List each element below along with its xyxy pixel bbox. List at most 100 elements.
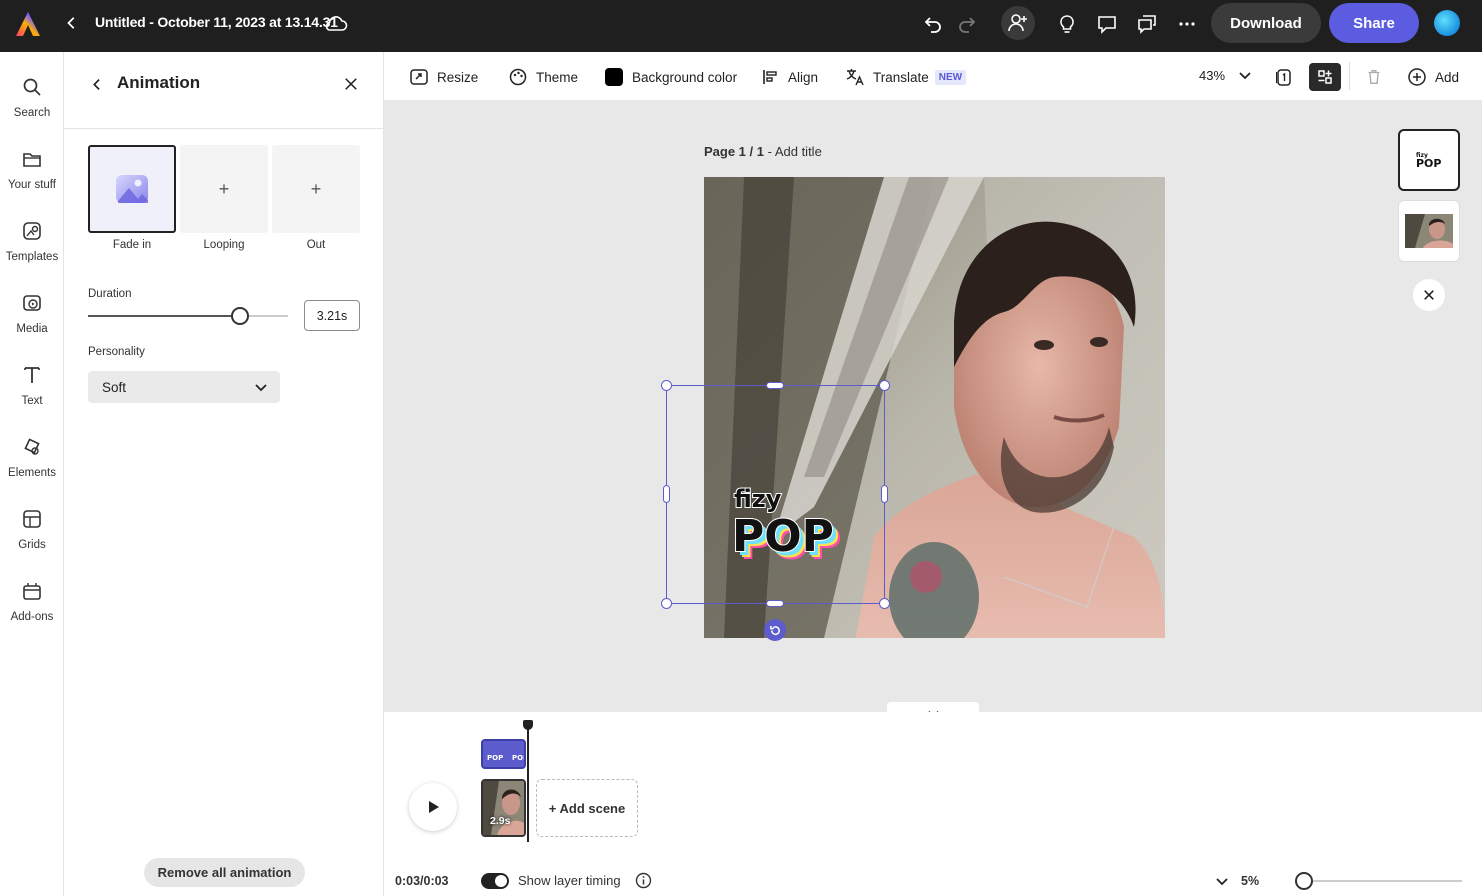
redo-icon[interactable]: [951, 8, 983, 40]
text-icon: [24, 367, 40, 383]
translate-button[interactable]: Translate NEW: [845, 66, 967, 88]
play-button[interactable]: [409, 783, 457, 831]
page-thumbnail-1[interactable]: fizy POP: [1398, 129, 1460, 191]
resize-button[interactable]: Resize: [409, 66, 478, 88]
playhead-handle[interactable]: [523, 720, 533, 730]
sticker-clip-thumbnail: POP POP: [487, 754, 528, 762]
personality-value: Soft: [102, 379, 127, 395]
add-title-text: - Add title: [763, 144, 822, 159]
panel-title: Animation: [117, 73, 201, 92]
search-icon: [23, 78, 41, 96]
document-title[interactable]: Untitled - October 11, 2023 at 13.14.31: [95, 14, 338, 30]
present-icon[interactable]: [1131, 8, 1163, 40]
show-layer-timing-toggle[interactable]: [481, 873, 509, 889]
resize-handle-top-right[interactable]: [879, 380, 890, 391]
duration-input[interactable]: [304, 300, 360, 331]
back-icon[interactable]: [62, 12, 82, 34]
add-button[interactable]: Add: [1407, 66, 1459, 88]
media-icon: [23, 295, 41, 311]
avatar[interactable]: [1434, 10, 1460, 36]
rail-item-label: Add-ons: [10, 611, 54, 623]
clip-duration: 2.9s: [490, 815, 511, 827]
play-icon: [429, 801, 439, 813]
resize-handle-bottom-left[interactable]: [661, 598, 672, 609]
thumbnail-text-main: POP: [1416, 157, 1441, 170]
resize-handle-right[interactable]: [881, 485, 888, 503]
animation-tile-out[interactable]: +: [272, 145, 360, 233]
invite-user-icon[interactable]: [1001, 6, 1035, 40]
resize-handle-bottom-right[interactable]: [879, 598, 890, 609]
trash-icon[interactable]: [1358, 63, 1390, 91]
download-button[interactable]: Download: [1211, 3, 1321, 43]
duration-slider-fill: [88, 315, 240, 317]
rail-item-elements[interactable]: Elements: [0, 432, 64, 494]
undo-icon[interactable]: [917, 8, 949, 40]
background-color-label: Background color: [632, 69, 738, 85]
comment-icon[interactable]: [1091, 8, 1123, 40]
clip-text-left: POP: [487, 754, 503, 762]
canvas-area: Page 1 / 1 - Add title fizy POP POP POP …: [384, 100, 1482, 724]
resize-handle-bottom[interactable]: [766, 600, 784, 607]
remove-all-animation-button[interactable]: Remove all animation: [144, 858, 305, 887]
animation-tile-label: Fade in: [112, 239, 152, 251]
time-readout: 0:03/0:03: [395, 874, 449, 888]
selection-box[interactable]: [666, 385, 885, 604]
toolbar: Resize Theme Background color Align Tran…: [384, 52, 1482, 100]
timeline: POP POP 2.9s + Add scene 0:03/0:03 Show …: [384, 712, 1482, 896]
chevron-down-icon: [255, 384, 267, 392]
info-icon[interactable]: [635, 872, 652, 889]
left-rail: Search Your stuff Templates Media Text E…: [0, 52, 64, 896]
resize-label: Resize: [437, 69, 479, 85]
animation-panel: Animation + + Fade in Looping Out Durati…: [64, 52, 384, 896]
timeline-zoom-slider-thumb[interactable]: [1295, 872, 1313, 890]
resize-handle-top-left[interactable]: [661, 380, 672, 391]
share-button[interactable]: Share: [1329, 3, 1419, 43]
duration-slider[interactable]: [88, 307, 288, 325]
rail-item-templates[interactable]: Templates: [0, 216, 64, 278]
grids-icon: [23, 510, 41, 528]
animation-tile-fade-in[interactable]: [88, 145, 176, 233]
theme-button[interactable]: Theme: [508, 66, 578, 88]
addons-icon: [23, 583, 41, 600]
chevron-down-icon[interactable]: [1238, 68, 1252, 82]
adobe-express-logo-icon[interactable]: [14, 10, 42, 38]
lightbulb-icon[interactable]: [1051, 8, 1083, 40]
animation-tile-label: Looping: [203, 239, 245, 251]
rotate-icon[interactable]: [764, 619, 786, 641]
close-icon[interactable]: [340, 73, 362, 95]
cloud-icon[interactable]: [322, 12, 348, 34]
layout-grid-icon[interactable]: [1309, 63, 1341, 91]
personality-select[interactable]: Soft: [88, 371, 280, 403]
scene-clip[interactable]: 2.9s: [481, 779, 526, 837]
resize-handle-left[interactable]: [663, 485, 670, 503]
page-title[interactable]: Page 1 / 1 - Add title: [704, 144, 822, 159]
rail-item-media[interactable]: Media: [0, 288, 64, 350]
align-label: Align: [788, 69, 819, 85]
chevron-left-icon[interactable]: [88, 74, 106, 94]
more-icon[interactable]: [1171, 8, 1203, 40]
add-scene-button[interactable]: + Add scene: [536, 779, 638, 837]
page-thumbnail-2[interactable]: [1398, 200, 1460, 262]
playhead[interactable]: [527, 720, 529, 842]
palette-icon: [509, 68, 527, 86]
rail-item-search[interactable]: Search: [0, 72, 64, 134]
rail-item-grids[interactable]: Grids: [0, 504, 64, 566]
background-color-button[interactable]: Background color: [605, 66, 737, 88]
page-number-icon[interactable]: [1268, 63, 1300, 91]
zoom-level[interactable]: 43%: [1199, 68, 1225, 83]
timeline-zoom-slider[interactable]: [1296, 880, 1462, 882]
resize-handle-top[interactable]: [766, 382, 784, 389]
photo-thumbnail: [1405, 214, 1453, 248]
rail-item-label: Your stuff: [8, 179, 56, 191]
sticker-layer-clip[interactable]: POP POP: [481, 739, 528, 769]
animation-tile-looping[interactable]: +: [180, 145, 268, 233]
rail-item-text[interactable]: Text: [0, 360, 64, 422]
align-button[interactable]: Align: [760, 66, 818, 88]
close-icon[interactable]: [1413, 279, 1445, 311]
animation-tile-label: Out: [306, 239, 326, 251]
rail-item-your-stuff[interactable]: Your stuff: [0, 144, 64, 206]
show-layer-timing-label: Show layer timing: [518, 873, 621, 888]
duration-slider-thumb[interactable]: [231, 307, 249, 325]
rail-item-add-ons[interactable]: Add-ons: [0, 576, 64, 638]
chevron-down-icon[interactable]: [1215, 874, 1229, 888]
